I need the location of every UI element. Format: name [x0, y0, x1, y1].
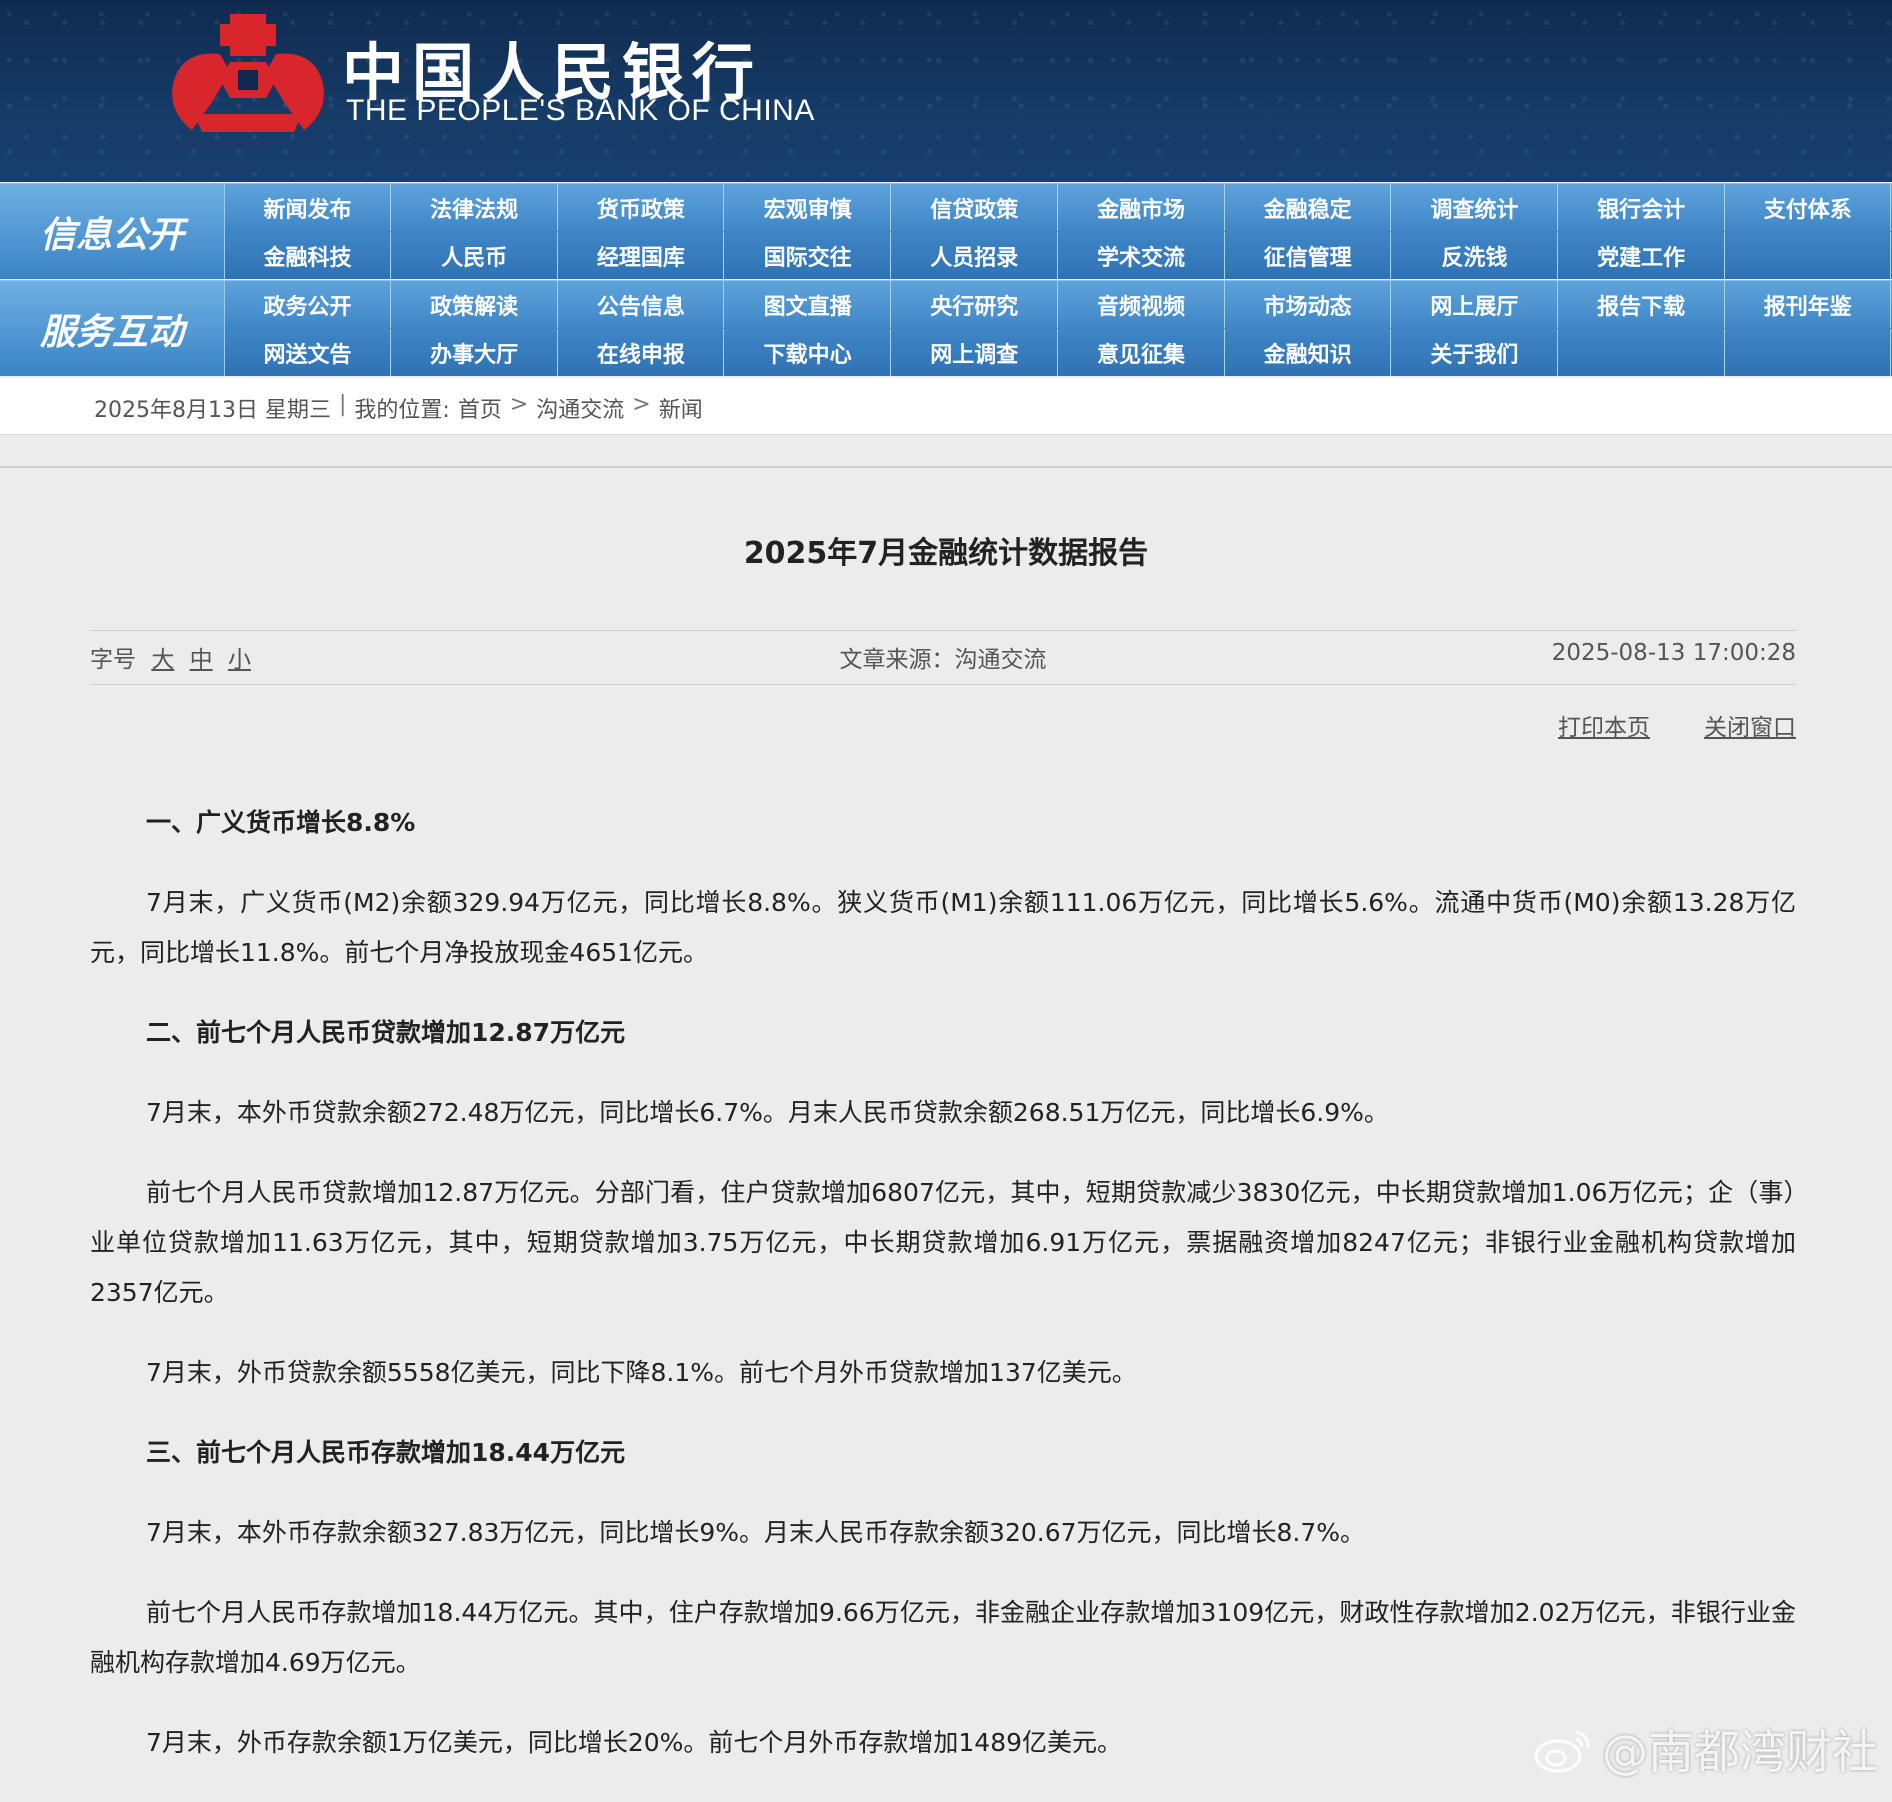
nav-info-item[interactable]: 调查统计 — [1392, 184, 1558, 231]
breadcrumb-separator: > — [632, 392, 651, 417]
article-paragraph: 前七个月人民币存款增加18.44万亿元。其中，住户存款增加9.66万亿元，非金融… — [90, 1598, 1796, 1677]
watermark: @南都湾财社 — [1532, 1716, 1878, 1782]
nav-info-item[interactable]: 党建工作 — [1559, 232, 1725, 279]
nav-info-item[interactable]: 金融稳定 — [1225, 184, 1392, 231]
nav-info-empty-cell — [1725, 232, 1892, 279]
nav-service-item[interactable]: 意见征集 — [1059, 329, 1225, 376]
nav-service-item[interactable]: 办事大厅 — [392, 329, 558, 376]
article-paragraph: 前七个月人民币贷款增加12.87万亿元。分部门看，住户贷款增加6807亿元，其中… — [90, 1178, 1796, 1307]
article-paragraph: 7月末，本外币存款余额327.83万亿元，同比增长9%。月末人民币存款余额320… — [146, 1518, 1366, 1547]
nav-service-item[interactable]: 央行研究 — [892, 281, 1058, 328]
breadcrumb-divider: | — [338, 392, 347, 417]
nav-service-item[interactable]: 政策解读 — [392, 281, 558, 328]
article-paragraph: 7月末，广义货币(M2)余额329.94万亿元，同比增长8.8%。狭义货币(M1… — [90, 888, 1796, 967]
meta-bottom-divider — [90, 684, 1796, 685]
nav-info-item[interactable]: 金融市场 — [1059, 184, 1225, 231]
nav-info-item[interactable]: 支付体系 — [1725, 184, 1892, 231]
nav-service-item[interactable]: 音频视频 — [1059, 281, 1225, 328]
article-body: 一、广义货币增长8.8% 7月末，广义货币(M2)余额329.94万亿元，同比增长… — [90, 798, 1796, 1798]
nav-info-label: 信息公开 — [0, 184, 225, 279]
nav-service-item[interactable]: 报刊年鉴 — [1725, 281, 1892, 328]
nav-service-item[interactable]: 报告下载 — [1559, 281, 1725, 328]
section-heading: 三、前七个月人民币存款增加18.44万亿元 — [146, 1438, 626, 1467]
nav-info-item[interactable]: 信贷政策 — [892, 184, 1058, 231]
article-paragraph: 7月末，本外币贷款余额272.48万亿元，同比增长6.7%。月末人民币贷款余额2… — [146, 1098, 1389, 1127]
nav-service-item[interactable]: 在线申报 — [558, 329, 725, 376]
article-tools: 打印本页 关闭窗口 — [1558, 708, 1796, 742]
nav-info-item[interactable]: 新闻发布 — [225, 184, 391, 231]
breadcrumb-home[interactable]: 首页 — [458, 392, 502, 424]
nav-service-label: 服务互动 — [0, 281, 225, 376]
section-heading: 二、前七个月人民币贷款增加12.87万亿元 — [146, 1018, 626, 1047]
nav-service-item[interactable]: 网上调查 — [892, 329, 1058, 376]
article-meta: 字号 大 中 小 文章来源：沟通交流 2025-08-13 17:00:28 — [90, 640, 1796, 676]
nav-info-item[interactable]: 宏观审慎 — [725, 184, 892, 231]
nav-info-item[interactable]: 学术交流 — [1059, 232, 1225, 279]
nav-info-item[interactable]: 货币政策 — [558, 184, 725, 231]
current-date: 2025年8月13日 星期三 — [94, 398, 331, 423]
article-paragraph: 7月末，外币贷款余额5558亿美元，同比下降8.1%。前七个月外币贷款增加137… — [146, 1358, 1137, 1387]
close-window-link[interactable]: 关闭窗口 — [1704, 708, 1796, 742]
breadcrumb-separator: > — [509, 392, 529, 417]
nav-service-item[interactable]: 关于我们 — [1392, 329, 1558, 376]
nav-service-row: 服务互动 政务公开 政策解读 公告信息 图文直播 央行研究 音频视频 市场动态 网上展厅 报告下… — [0, 280, 1892, 376]
nav-service-item[interactable]: 政务公开 — [225, 281, 391, 328]
nav-service-grid: 政务公开 政策解读 公告信息 图文直播 央行研究 音频视频 市场动态 网上展厅 报告下载 报刊年鉴… — [225, 281, 1892, 376]
nav-info-item[interactable]: 经理国库 — [558, 232, 725, 279]
nav-service-item[interactable]: 网上展厅 — [1392, 281, 1558, 328]
nav-service-item[interactable]: 下载中心 — [725, 329, 892, 376]
print-page-link[interactable]: 打印本页 — [1558, 708, 1650, 742]
article-datetime: 2025-08-13 17:00:28 — [1551, 640, 1796, 666]
nav-info-row: 信息公开 新闻发布 法律法规 货币政策 宏观审慎 信贷政策 金融市场 金融稳定 调查统计 银行会… — [0, 183, 1892, 279]
nav-info-item[interactable]: 反洗钱 — [1392, 232, 1558, 279]
breadcrumb-news[interactable]: 新闻 — [659, 392, 703, 424]
weibo-icon — [1534, 1730, 1590, 1773]
section-heading: 一、广义货币增长8.8% — [146, 808, 416, 837]
nav-service-item[interactable]: 金融知识 — [1225, 329, 1392, 376]
watermark-text: @南都湾财社 — [1602, 1725, 1878, 1779]
nav-info-item[interactable]: 国际交往 — [725, 232, 892, 279]
nav-service-empty-cell — [1559, 329, 1725, 376]
meta-top-divider — [90, 630, 1796, 631]
location-label: 我的位置: — [354, 398, 450, 423]
nav-info-item[interactable]: 人员招录 — [892, 232, 1058, 279]
nav-info-item[interactable]: 人民币 — [392, 232, 558, 279]
article-source: 文章来源：沟通交流 — [839, 647, 1047, 673]
nav-service-item[interactable]: 市场动态 — [1225, 281, 1392, 328]
article-title: 2025年7月金融统计数据报告 — [743, 536, 1149, 571]
article-area: 2025年7月金融统计数据报告 字号 大 中 小 文章来源：沟通交流 2025-… — [0, 466, 1892, 1802]
bank-name-en: THE PEOPLE'S BANK OF CHINA — [346, 94, 815, 127]
nav-info-item[interactable]: 征信管理 — [1225, 232, 1392, 279]
nav-service-item[interactable]: 图文直播 — [725, 281, 892, 328]
nav-service-item[interactable]: 公告信息 — [558, 281, 725, 328]
pboc-logo-icon[interactable] — [168, 10, 328, 140]
nav-service-item[interactable]: 网送文告 — [225, 329, 391, 376]
nav-info-grid: 新闻发布 法律法规 货币政策 宏观审慎 信贷政策 金融市场 金融稳定 调查统计 银行会计 支付体系… — [225, 184, 1892, 279]
breadcrumb-communication[interactable]: 沟通交流 — [536, 392, 624, 424]
nav-info-item[interactable]: 金融科技 — [225, 232, 391, 279]
site-header: 中国人民银行 THE PEOPLE'S BANK OF CHINA — [0, 0, 1892, 182]
nav-service-empty-cell — [1725, 329, 1892, 376]
breadcrumb-bar: 2025年8月13日 星期三 | 我的位置: 首页 > 沟通交流 > 新闻 — [0, 378, 1892, 435]
nav-info-item[interactable]: 法律法规 — [392, 184, 558, 231]
nav-info-item[interactable]: 银行会计 — [1559, 184, 1725, 231]
breadcrumb: 2025年8月13日 星期三 | 我的位置: 首页 > 沟通交流 > 新闻 — [94, 392, 703, 424]
